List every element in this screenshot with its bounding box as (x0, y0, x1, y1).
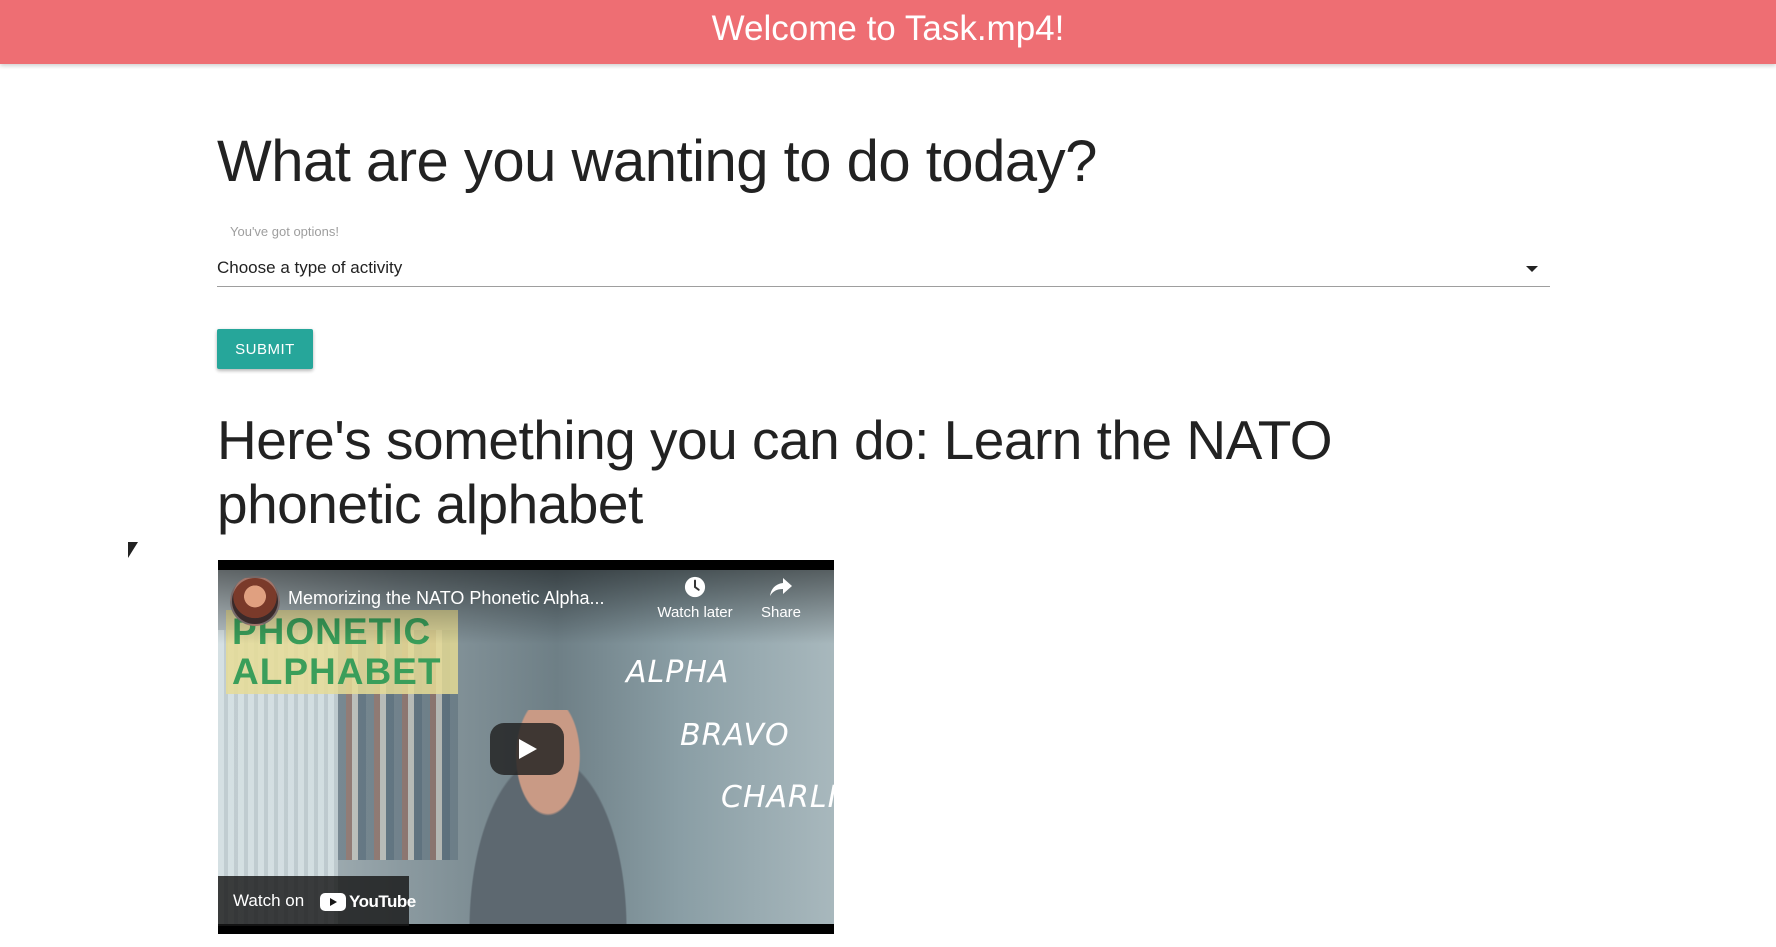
channel-avatar[interactable] (230, 576, 280, 626)
dropdown-value: Choose a type of activity (217, 258, 403, 277)
brand-title[interactable]: Welcome to Task.mp4! (712, 0, 1065, 61)
submit-button[interactable]: SUBMIT (217, 329, 313, 369)
activity-select-field: You've got options! Choose a type of act… (217, 221, 1550, 289)
thumbnail-word-alpha: ALPHA (626, 655, 730, 690)
clock-icon (684, 576, 706, 598)
activity-suggestion: Here's something you can do: Learn the N… (217, 409, 1333, 535)
youtube-embed[interactable]: PHONETIC ALPHABET ALPHA BRAVO CHARLIE Me… (218, 560, 834, 934)
thumbnail-word-bravo: BRAVO (680, 718, 790, 753)
mouse-cursor-icon (128, 542, 138, 558)
share-label: Share (760, 604, 802, 621)
watch-later-button[interactable]: Watch later (650, 576, 740, 621)
play-button[interactable] (490, 723, 564, 775)
watch-on-youtube-button[interactable]: Watch on YouTube (218, 876, 416, 926)
share-button[interactable]: Share (736, 576, 826, 621)
page-heading: What are you wanting to do today? (217, 129, 1097, 194)
caret-down-icon (1526, 266, 1538, 272)
watch-later-label: Watch later (657, 604, 733, 621)
youtube-wordmark: YouTube (349, 892, 416, 911)
top-navbar: Welcome to Task.mp4! (0, 0, 1776, 64)
thumbnail-word-charlie: CHARLIE (721, 780, 834, 815)
activity-type-dropdown[interactable]: Choose a type of activity (217, 251, 1550, 287)
share-icon (770, 578, 792, 596)
video-top-overlay: Memorizing the NATO Phonetic Alpha... Wa… (218, 560, 834, 644)
play-icon (519, 739, 537, 759)
youtube-logo-icon (320, 893, 346, 911)
video-title[interactable]: Memorizing the NATO Phonetic Alpha... (288, 588, 648, 609)
watch-on-label: Watch on (233, 891, 305, 910)
select-label: You've got options! (230, 224, 339, 239)
